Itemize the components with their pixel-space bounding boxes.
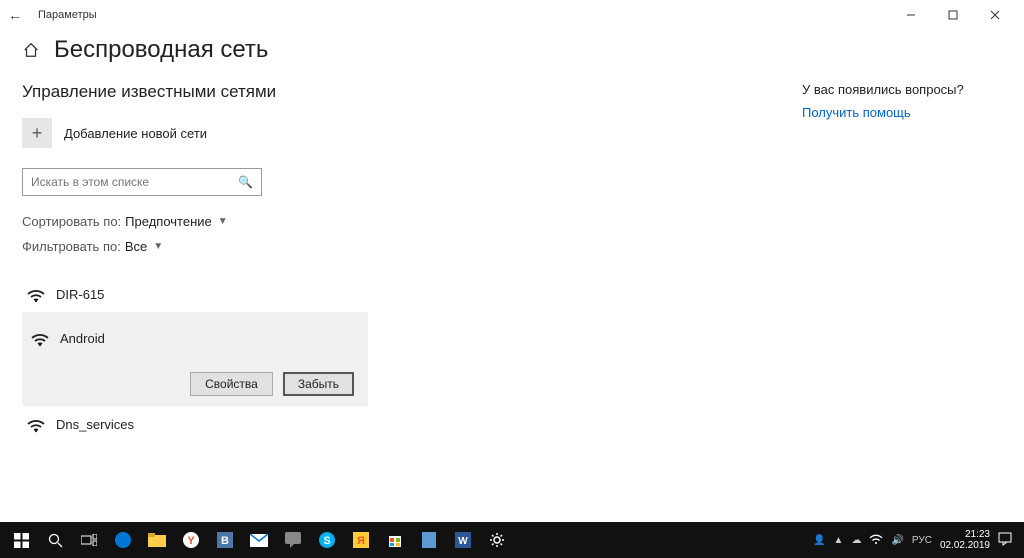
tray-clock[interactable]: 21:23 02.02.2019 bbox=[940, 529, 990, 551]
add-network-row[interactable]: + Добавление новой сети bbox=[22, 118, 662, 148]
edge-icon[interactable] bbox=[106, 525, 140, 555]
wifi-icon bbox=[26, 414, 46, 434]
chevron-down-icon: ▼ bbox=[218, 216, 228, 227]
home-icon[interactable] bbox=[22, 41, 40, 59]
filter-label: Фильтровать по: bbox=[22, 239, 121, 254]
tray-wifi-icon[interactable] bbox=[869, 533, 883, 548]
section-subtitle: Управление известными сетями bbox=[22, 82, 662, 102]
help-question: У вас появились вопросы? bbox=[802, 82, 964, 97]
wifi-icon bbox=[26, 284, 46, 304]
search-button[interactable] bbox=[38, 525, 72, 555]
page-title: Беспроводная сеть bbox=[54, 36, 268, 64]
filter-value: Все bbox=[125, 239, 147, 254]
network-item-selected[interactable]: Android Свойства Забыть bbox=[22, 312, 368, 406]
tray-volume-icon[interactable]: 🔊 bbox=[891, 535, 903, 546]
chat-icon[interactable] bbox=[276, 525, 310, 555]
explorer-icon[interactable] bbox=[140, 525, 174, 555]
properties-button[interactable]: Свойства bbox=[190, 372, 273, 396]
chevron-down-icon: ▼ bbox=[153, 241, 163, 252]
tray-lang[interactable]: РУС bbox=[912, 535, 932, 546]
taskbar[interactable]: Y B S Я W 👤 ▲ ☁ 🔊 РУС 21:23 02.02.2019 bbox=[0, 522, 1024, 558]
help-link[interactable]: Получить помощь bbox=[802, 105, 964, 120]
sort-value: Предпочтение bbox=[125, 214, 212, 229]
search-icon: 🔍 bbox=[238, 175, 253, 189]
svg-text:W: W bbox=[458, 536, 468, 547]
main-panel: Управление известными сетями + Добавлени… bbox=[22, 82, 662, 442]
tray-people-icon[interactable]: 👤 bbox=[813, 535, 825, 546]
plus-icon[interactable]: + bbox=[22, 118, 52, 148]
network-name: Android bbox=[60, 331, 105, 346]
page-header: Беспроводная сеть bbox=[0, 30, 1024, 82]
app-icon[interactable] bbox=[412, 525, 446, 555]
filter-dropdown[interactable]: Фильтровать по: Все ▼ bbox=[22, 239, 662, 254]
close-button[interactable] bbox=[974, 1, 1016, 29]
mail-icon[interactable] bbox=[242, 525, 276, 555]
settings-icon[interactable] bbox=[480, 525, 514, 555]
svg-text:Я: Я bbox=[357, 535, 365, 547]
forget-button[interactable]: Забыть bbox=[283, 372, 354, 396]
network-item[interactable]: DIR-615 bbox=[22, 276, 662, 312]
minimize-button[interactable] bbox=[890, 1, 932, 29]
search-box[interactable]: 🔍 bbox=[22, 168, 262, 196]
network-item[interactable]: Dns_services bbox=[22, 406, 662, 442]
help-sidebar: У вас появились вопросы? Получить помощь bbox=[802, 82, 964, 442]
app-icon[interactable]: B bbox=[208, 525, 242, 555]
tray-cloud-icon[interactable]: ☁ bbox=[851, 535, 861, 546]
wifi-icon bbox=[30, 328, 50, 348]
app-icon[interactable]: Я bbox=[344, 525, 378, 555]
back-button[interactable]: ← bbox=[8, 7, 22, 23]
app-icon[interactable]: Y bbox=[174, 525, 208, 555]
add-network-label: Добавление новой сети bbox=[64, 126, 207, 141]
svg-text:S: S bbox=[323, 535, 330, 547]
titlebar: ← Параметры bbox=[0, 0, 1024, 30]
store-icon[interactable] bbox=[378, 525, 412, 555]
svg-text:Y: Y bbox=[187, 535, 195, 547]
system-tray[interactable]: 👤 ▲ ☁ 🔊 РУС 21:23 02.02.2019 bbox=[813, 529, 1020, 551]
tray-time: 21:23 bbox=[940, 529, 990, 540]
sort-label: Сортировать по: bbox=[22, 214, 121, 229]
skype-icon[interactable]: S bbox=[310, 525, 344, 555]
start-button[interactable] bbox=[4, 525, 38, 555]
svg-text:B: B bbox=[221, 535, 229, 547]
tray-date: 02.02.2019 bbox=[940, 540, 990, 551]
window-title: Параметры bbox=[38, 9, 97, 21]
tray-chevron-up-icon[interactable]: ▲ bbox=[834, 535, 844, 546]
maximize-button[interactable] bbox=[932, 1, 974, 29]
network-name: Dns_services bbox=[56, 417, 134, 432]
search-input[interactable] bbox=[31, 175, 238, 189]
word-icon[interactable]: W bbox=[446, 525, 480, 555]
network-name: DIR-615 bbox=[56, 287, 104, 302]
sort-dropdown[interactable]: Сортировать по: Предпочтение ▼ bbox=[22, 214, 662, 229]
notifications-icon[interactable] bbox=[998, 532, 1012, 549]
taskview-button[interactable] bbox=[72, 525, 106, 555]
